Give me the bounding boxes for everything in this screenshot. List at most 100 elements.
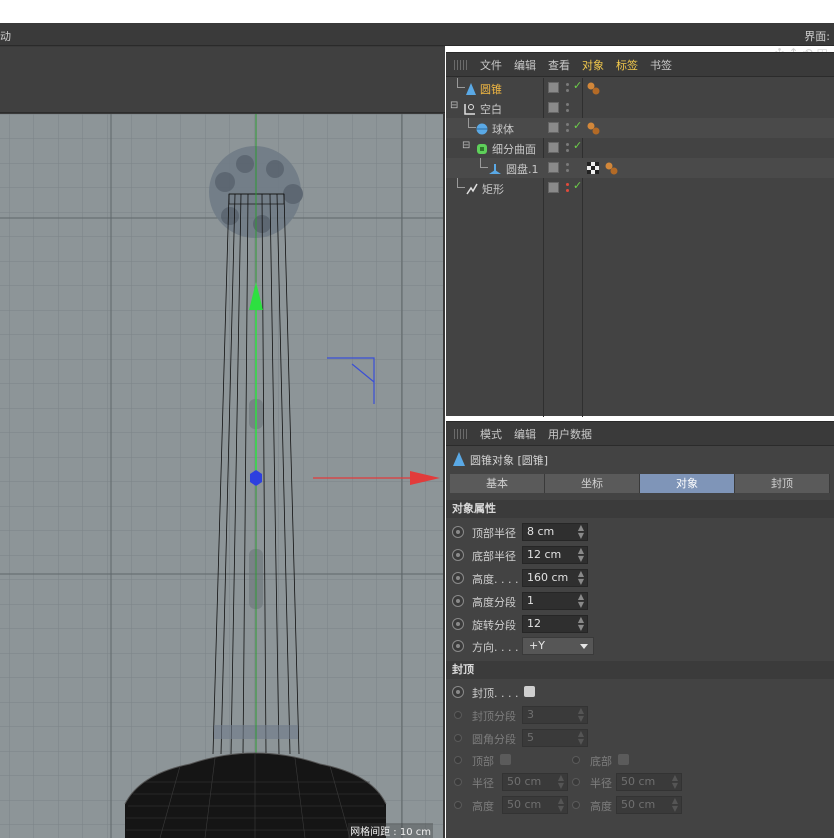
fillet-segments-field[interactable]: 5 ▲ ▼ bbox=[522, 729, 588, 747]
height-segments-field[interactable]: 1 ▲ ▼ bbox=[522, 592, 588, 610]
object-flags[interactable]: ✓ bbox=[548, 179, 584, 195]
animate-radio[interactable] bbox=[452, 618, 464, 630]
attribute-manager: 模式 编辑 用户数据 圆锥对象 [圆锥] 基本 坐标 对象 封顶 对象属性 顶部… bbox=[446, 421, 834, 838]
prop-fillet-segments: 圆角分段 5 ▲ ▼ bbox=[452, 728, 832, 748]
menu-view[interactable]: 查看 bbox=[548, 57, 570, 73]
object-flags[interactable]: ✓ bbox=[548, 139, 584, 155]
animate-radio[interactable] bbox=[452, 572, 464, 584]
animate-radio[interactable] bbox=[572, 778, 580, 786]
collapse-toggle-icon[interactable]: ⊟ bbox=[462, 140, 470, 151]
animate-radio[interactable] bbox=[454, 801, 462, 809]
object-row-subdivision[interactable]: ⊟ 细分曲面 ✓ bbox=[446, 138, 834, 158]
viewport-scene bbox=[0, 114, 443, 838]
stepper-icon[interactable]: ▲ ▼ bbox=[578, 616, 584, 632]
layout-label[interactable]: 界面: bbox=[804, 28, 830, 44]
panel-grip-icon[interactable] bbox=[454, 428, 468, 439]
material-tag-icon[interactable] bbox=[586, 121, 600, 135]
animate-radio[interactable] bbox=[454, 778, 462, 786]
object-row-rectangle[interactable]: 矩形 ✓ bbox=[446, 178, 834, 198]
stepper-icon[interactable]: ▲ ▼ bbox=[672, 797, 678, 813]
menu-edit[interactable]: 编辑 bbox=[514, 57, 536, 73]
top-fillet-height-field[interactable]: 50 cm ▲ ▼ bbox=[502, 796, 568, 814]
bottom-fillet-height-field[interactable]: 50 cm ▲ ▼ bbox=[616, 796, 682, 814]
object-flags[interactable] bbox=[548, 161, 584, 175]
field-value: 160 cm bbox=[527, 571, 569, 584]
object-flags[interactable] bbox=[548, 101, 584, 115]
object-row-null[interactable]: ⊟ 空白 bbox=[446, 98, 834, 118]
top-menu-item[interactable]: 动 bbox=[0, 28, 11, 44]
stepper-icon[interactable]: ▲ ▼ bbox=[558, 797, 564, 813]
animate-radio[interactable] bbox=[572, 756, 580, 764]
tab-caps[interactable]: 封顶 bbox=[735, 474, 830, 493]
object-name: 圆盘.1 bbox=[506, 163, 539, 176]
height-field[interactable]: 160 cm ▲ ▼ bbox=[522, 569, 588, 587]
field-value: 50 cm bbox=[507, 798, 542, 811]
prop-top-radius: 顶部半径 8 cm ▲ ▼ bbox=[452, 522, 832, 542]
menu-bookmarks[interactable]: 书签 bbox=[650, 57, 672, 73]
chevron-down-icon bbox=[580, 644, 588, 649]
cap-segments-field[interactable]: 3 ▲ ▼ bbox=[522, 706, 588, 724]
animate-radio[interactable] bbox=[454, 756, 462, 764]
menu-file[interactable]: 文件 bbox=[480, 57, 502, 73]
animate-radio[interactable] bbox=[452, 595, 464, 607]
bottom-radius-field[interactable]: 12 cm ▲ ▼ bbox=[522, 546, 588, 564]
tab-basic[interactable]: 基本 bbox=[450, 474, 545, 493]
subdivision-icon bbox=[477, 144, 487, 154]
object-flags[interactable]: ✓ bbox=[548, 119, 584, 135]
stepper-icon[interactable]: ▲ ▼ bbox=[578, 730, 584, 746]
texture-tag-icon[interactable] bbox=[586, 161, 600, 175]
viewport-header bbox=[0, 47, 445, 113]
menu-tags[interactable]: 标签 bbox=[616, 57, 638, 73]
sphere-icon bbox=[476, 123, 488, 135]
stepper-icon[interactable]: ▲ ▼ bbox=[578, 707, 584, 723]
animate-radio[interactable] bbox=[452, 526, 464, 538]
object-row-cone[interactable]: 圆锥 ✓ bbox=[446, 78, 834, 98]
tab-object[interactable]: 对象 bbox=[640, 474, 735, 493]
animate-radio[interactable] bbox=[452, 549, 464, 561]
material-tag-icon[interactable] bbox=[586, 81, 600, 95]
caps-checkbox[interactable] bbox=[524, 686, 535, 697]
object-title-text: 圆锥对象 [圆锥] bbox=[470, 454, 549, 467]
prop-label: 高度 bbox=[590, 800, 612, 813]
animate-radio[interactable] bbox=[572, 801, 580, 809]
object-row-sphere[interactable]: 球体 ✓ bbox=[446, 118, 834, 138]
top-radius-field[interactable]: 8 cm ▲ ▼ bbox=[522, 523, 588, 541]
object-flags[interactable]: ✓ bbox=[548, 79, 584, 95]
object-name: 球体 bbox=[492, 123, 514, 136]
direction-dropdown[interactable]: +Y bbox=[522, 637, 594, 655]
material-tag-icon[interactable] bbox=[604, 161, 618, 175]
bottom-fillet-checkbox[interactable] bbox=[618, 754, 629, 765]
collapse-toggle-icon[interactable]: ⊟ bbox=[450, 100, 458, 111]
animate-radio[interactable] bbox=[454, 734, 462, 742]
top-fillet-checkbox[interactable] bbox=[500, 754, 511, 765]
animate-radio[interactable] bbox=[452, 640, 464, 652]
prop-caps: 封顶. . . . bbox=[452, 682, 832, 702]
menu-edit[interactable]: 编辑 bbox=[514, 426, 536, 442]
menu-object[interactable]: 对象 bbox=[582, 57, 604, 73]
object-row-disc[interactable]: 圆盘.1 bbox=[446, 158, 834, 178]
dropdown-value: +Y bbox=[529, 639, 545, 652]
panel-grip-icon[interactable] bbox=[454, 59, 468, 70]
stepper-icon[interactable]: ▲ ▼ bbox=[578, 547, 584, 563]
animate-radio[interactable] bbox=[454, 711, 462, 719]
rotation-segments-field[interactable]: 12 ▲ ▼ bbox=[522, 615, 588, 633]
attribute-manager-menubar: 模式 编辑 用户数据 bbox=[446, 422, 834, 446]
top-fillet-radius-field[interactable]: 50 cm ▲ ▼ bbox=[502, 773, 568, 791]
stepper-icon[interactable]: ▲ ▼ bbox=[578, 524, 584, 540]
animate-radio[interactable] bbox=[452, 686, 464, 698]
menu-user-data[interactable]: 用户数据 bbox=[548, 426, 592, 442]
tab-coordinates[interactable]: 坐标 bbox=[545, 474, 640, 493]
stepper-icon[interactable]: ▲ ▼ bbox=[558, 774, 564, 790]
grid-spacing-label: 网格间距 : 10 cm bbox=[348, 823, 433, 838]
bottom-fillet-radius-field[interactable]: 50 cm ▲ ▼ bbox=[616, 773, 682, 791]
field-value: 50 cm bbox=[507, 775, 542, 788]
stepper-icon[interactable]: ▲ ▼ bbox=[578, 570, 584, 586]
field-value: 5 bbox=[527, 731, 534, 744]
menu-mode[interactable]: 模式 bbox=[480, 426, 502, 442]
stepper-icon[interactable]: ▲ ▼ bbox=[578, 593, 584, 609]
object-name: 细分曲面 bbox=[492, 143, 536, 156]
3d-viewport[interactable]: 网格间距 : 10 cm bbox=[0, 114, 443, 838]
prop-label: 方向. . . . bbox=[472, 641, 519, 654]
prop-bottom-fillet: 底部 bbox=[570, 750, 690, 770]
stepper-icon[interactable]: ▲ ▼ bbox=[672, 774, 678, 790]
